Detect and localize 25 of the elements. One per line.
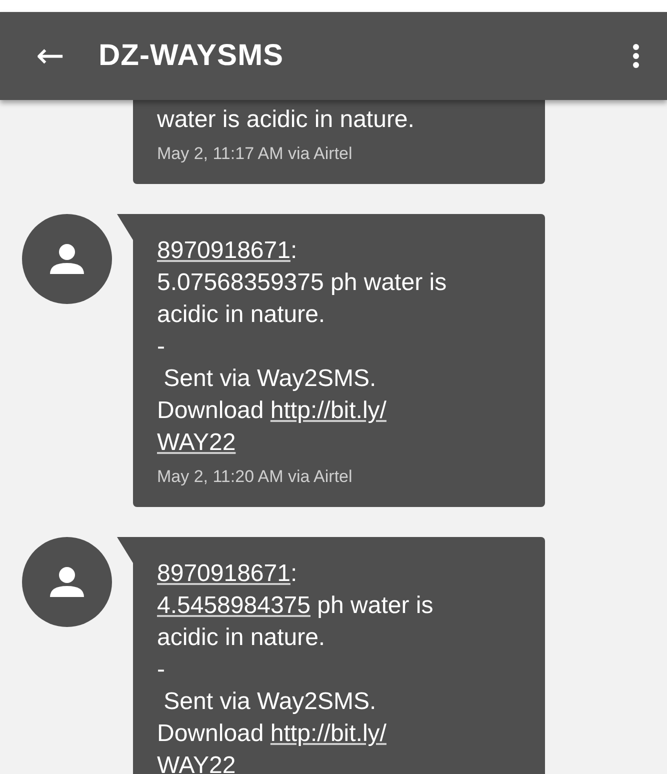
separator-text: : <box>290 560 298 587</box>
number-link[interactable]: 4.5458984375 <box>157 592 310 619</box>
message-timestamp: May 2, 11:20 AM via Airtel <box>157 466 354 488</box>
dash-text: - <box>157 332 166 362</box>
footer-text: Sent via Way2SMS. <box>162 687 378 717</box>
conversation-title: DZ-WAYSMS <box>98 39 285 73</box>
url-link[interactable]: WAY22 <box>157 429 236 456</box>
person-icon <box>50 567 84 597</box>
message-timestamp: May 2, 11:17 AM via Airtel <box>157 143 354 165</box>
more-options-icon[interactable] <box>631 43 641 69</box>
url-link[interactable]: WAY22 <box>157 752 236 774</box>
message-text: 5.07568359375 ph water is acidic in nature. <box>157 268 448 330</box>
phone-link[interactable]: 8970918671 <box>157 560 290 587</box>
url-link[interactable]: http://bit.ly/ <box>270 397 386 424</box>
person-icon <box>50 244 84 274</box>
download-text: Download <box>157 720 264 747</box>
back-button[interactable]: ← <box>36 39 64 73</box>
url-link[interactable]: http://bit.ly/ <box>270 720 386 747</box>
footer-text: Sent via Way2SMS. <box>162 364 378 394</box>
separator-text: : <box>290 237 298 264</box>
phone-link[interactable]: 8970918671 <box>157 237 290 264</box>
message-text: 4.5458984375 ph water is acidic in nature. <box>157 591 434 653</box>
download-text: Download <box>157 397 264 424</box>
dash-text: - <box>157 655 166 685</box>
message-text: water is acidic in nature. <box>157 105 416 135</box>
